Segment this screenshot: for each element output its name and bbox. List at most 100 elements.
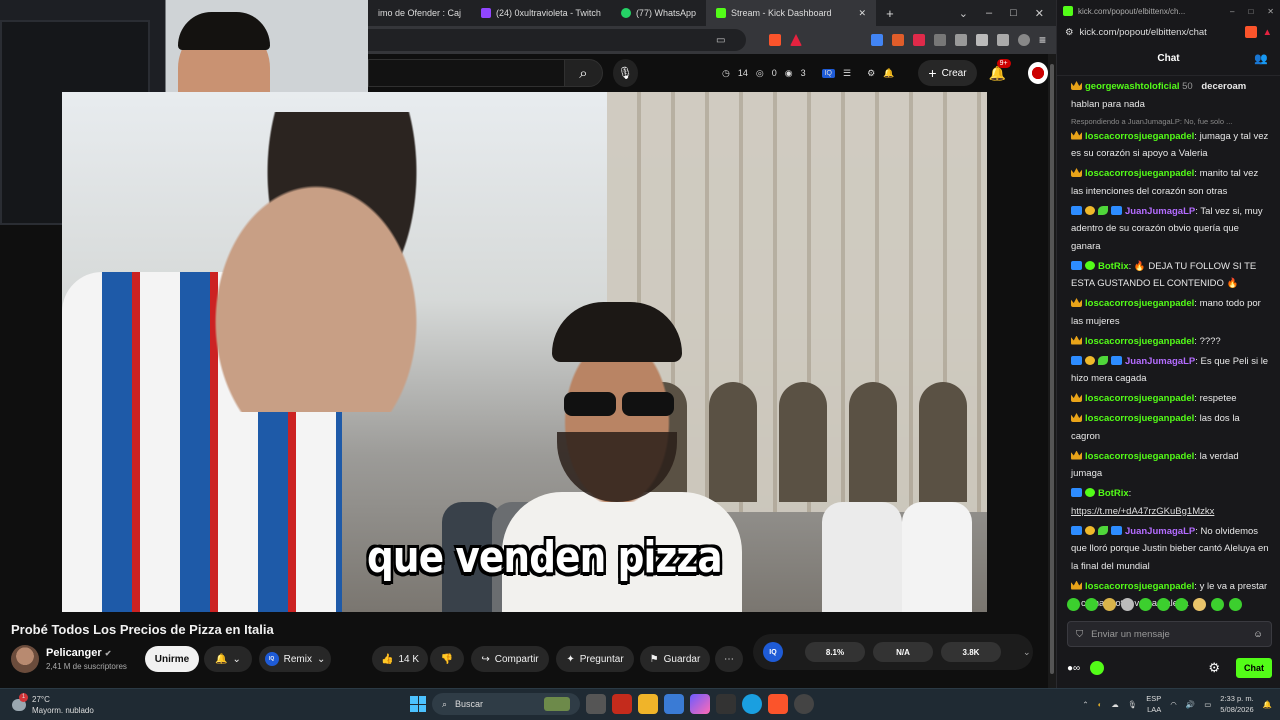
browser-tab-active[interactable]: Stream - Kick Dashboard ✕	[705, 0, 877, 26]
tab-search-icon[interactable]: ⌄	[959, 7, 968, 20]
search-input[interactable]	[368, 59, 565, 87]
create-button[interactable]: + Crear	[918, 60, 977, 86]
chevron-up-icon[interactable]: ⌃	[1082, 700, 1088, 709]
clock[interactable]: 2:33 p. m. 5/08/2026	[1220, 693, 1253, 715]
emote-icon[interactable]	[1193, 598, 1206, 611]
battery-icon[interactable]: ▭	[1204, 700, 1211, 709]
emote-icon[interactable]	[1175, 598, 1188, 611]
chat-username[interactable]: JuanJumagaLP	[1125, 526, 1195, 537]
video-player[interactable]: que venden pizza	[62, 92, 987, 612]
chat-username[interactable]: JuanJumagaLP	[1125, 356, 1195, 367]
maximize-button[interactable]: □	[1010, 7, 1017, 20]
chat-username[interactable]: loscacorrosjueganpadel	[1085, 168, 1194, 179]
extension-icon[interactable]	[912, 34, 925, 46]
channel-avatar[interactable]	[11, 645, 39, 673]
emote-icon[interactable]	[1103, 598, 1116, 611]
emoji-icon[interactable]: ☺	[1253, 629, 1263, 640]
chat-username[interactable]: loscacorrosjueganpadel	[1085, 393, 1194, 404]
translate-icon[interactable]	[870, 34, 883, 46]
browser-tab[interactable]: (77) WhatsApp	[611, 0, 706, 26]
settings-icon[interactable]: ⚙	[867, 68, 875, 79]
chat-username[interactable]: BotRix	[1098, 261, 1129, 272]
emote-icon[interactable]	[1067, 598, 1080, 611]
iq-icon[interactable]: IQ	[821, 68, 835, 78]
emote-icon[interactable]	[1157, 598, 1170, 611]
chat-link[interactable]: https://t.me/+dA47rzGKuBg1Mzkx	[1071, 506, 1214, 517]
url-field[interactable]	[368, 29, 746, 51]
mic-icon[interactable]: 🎙	[1128, 700, 1138, 709]
channel-name[interactable]: Pelicanger ✔	[46, 647, 111, 659]
scrollbar-thumb[interactable]	[1050, 64, 1054, 674]
chat-username[interactable]: loscacorrosjueganpadel	[1085, 298, 1194, 309]
kick-points-icon[interactable]	[1090, 661, 1105, 675]
close-window-button[interactable]: ✕	[1267, 7, 1274, 16]
chat-username[interactable]: georgewashtoloficial	[1085, 81, 1180, 92]
file-explorer-icon[interactable]	[638, 694, 658, 714]
emote-icon[interactable]	[1121, 598, 1134, 611]
subscribe-bell-button[interactable]: 🔔 ⌄	[204, 646, 252, 672]
chat-username[interactable]: deceroam	[1201, 81, 1246, 92]
browser-tab[interactable]: (24) 0xultravioleta - Twitch	[471, 0, 611, 26]
chat-username[interactable]: loscacorrosjueganpadel	[1085, 581, 1194, 592]
chat-username[interactable]: loscacorrosjueganpadel	[1085, 131, 1194, 142]
close-tab-icon[interactable]: ✕	[859, 8, 867, 19]
chevron-down-icon[interactable]: ⌄	[1023, 647, 1031, 658]
puzzle-icon[interactable]	[933, 34, 946, 46]
send-chat-button[interactable]: Chat	[1236, 658, 1272, 678]
emote-icon[interactable]	[1139, 598, 1152, 611]
search-button[interactable]: ⌕	[564, 59, 603, 87]
download-icon[interactable]	[954, 34, 967, 46]
notification-bell-icon[interactable]: 🔔	[883, 68, 894, 79]
new-tab-button[interactable]: +	[876, 6, 904, 21]
more-actions-button[interactable]: ⋯	[715, 646, 743, 672]
browser-tab[interactable]: imo de Ofender : Caj	[368, 0, 471, 26]
brave-shield-icon[interactable]	[1244, 26, 1257, 38]
task-view-icon[interactable]	[586, 694, 606, 714]
chat-url[interactable]: kick.com/popout/elbittenx/chat	[1080, 27, 1207, 38]
chat-username[interactable]: loscacorrosjueganpadel	[1085, 451, 1194, 462]
page-scrollbar[interactable]	[1048, 54, 1056, 688]
app-icon[interactable]	[664, 694, 684, 714]
notifications-button[interactable]: 🔔 9+	[989, 58, 1011, 82]
site-settings-icon[interactable]: ⚙	[1065, 27, 1074, 38]
chat-message-input[interactable]: ⛉ Enviar un mensaje ☺	[1067, 621, 1272, 647]
minimize-button[interactable]: –	[986, 7, 992, 20]
app-icon[interactable]	[612, 694, 632, 714]
chat-username[interactable]: loscacorrosjueganpadel	[1085, 336, 1194, 347]
dislike-button[interactable]: 👎	[430, 646, 464, 672]
obs-icon[interactable]	[794, 694, 814, 714]
copilot-icon[interactable]	[690, 694, 710, 714]
cloud-icon[interactable]: ☁	[1111, 700, 1119, 709]
vpn-icon[interactable]	[1017, 34, 1030, 46]
account-avatar[interactable]	[1028, 62, 1048, 84]
extension-icon[interactable]	[891, 34, 904, 46]
save-button[interactable]: ⚑ Guardar	[640, 646, 710, 672]
emote-icon[interactable]	[1085, 598, 1098, 611]
chat-message-list[interactable]: georgewashtoloficial 50 deceroam hablan …	[1057, 76, 1280, 614]
users-icon[interactable]: 👥	[1254, 52, 1268, 65]
maximize-button[interactable]: □	[1248, 7, 1253, 16]
minimize-button[interactable]: –	[1230, 7, 1234, 16]
close-window-button[interactable]: ✕	[1035, 7, 1044, 20]
emote-icon[interactable]	[1211, 598, 1224, 611]
menu-icon[interactable]: ≡	[1039, 33, 1046, 47]
share-button[interactable]: ↪ Compartir	[471, 646, 549, 672]
gear-icon[interactable]: ⚙	[1208, 660, 1220, 676]
taskbar-search[interactable]: ⌕ Buscar	[432, 693, 580, 715]
windows-start-icon[interactable]	[410, 696, 426, 712]
volume-icon[interactable]: 🔊	[1186, 700, 1195, 709]
like-button[interactable]: 👍 14 K	[372, 646, 428, 672]
notification-icon[interactable]: 🔔	[1263, 700, 1272, 709]
chat-username[interactable]: BotRix	[1098, 488, 1129, 499]
brave-icon[interactable]	[768, 694, 788, 714]
edge-icon[interactable]	[742, 694, 762, 714]
emote-icon[interactable]	[1229, 598, 1242, 611]
brave-rewards-icon[interactable]	[789, 34, 802, 46]
terminal-icon[interactable]	[716, 694, 736, 714]
list-icon[interactable]: ☰	[843, 68, 851, 79]
weather-widget[interactable]: 1 27°C Mayorm. nublado	[12, 693, 94, 716]
points-icon[interactable]: ●∞	[1067, 663, 1080, 674]
chat-username[interactable]: loscacorrosjueganpadel	[1085, 413, 1194, 424]
sidebar-icon[interactable]	[975, 34, 988, 46]
voice-search-button[interactable]: 🎙	[612, 59, 638, 87]
